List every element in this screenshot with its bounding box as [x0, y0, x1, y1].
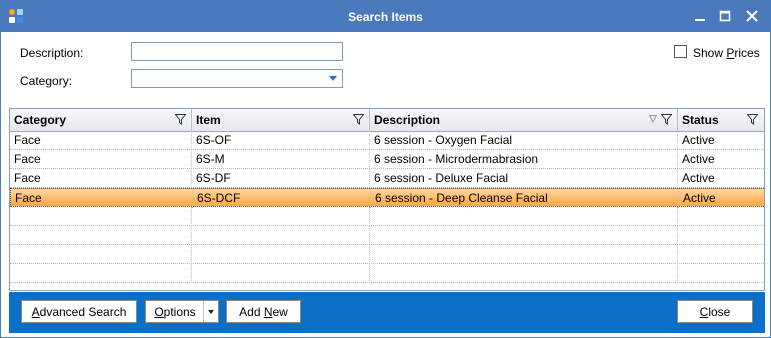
filter-icon[interactable]: [661, 114, 672, 125]
filter-icon[interactable]: [175, 114, 186, 125]
filter-icon[interactable]: [353, 114, 364, 125]
column-header-status[interactable]: Status: [678, 109, 764, 131]
filter-icon[interactable]: [747, 114, 758, 125]
column-header-category[interactable]: Category: [10, 109, 192, 131]
cell-category: Face: [10, 169, 192, 188]
description-label: Description:: [20, 46, 84, 60]
button-bar: Advanced Search Options Add New Close: [9, 292, 765, 333]
grid-header: Category Item Description Status: [10, 109, 764, 132]
empty-row: [10, 207, 764, 226]
chevron-down-icon[interactable]: [324, 70, 342, 87]
cell-description: 6 session - Oxygen Facial: [370, 131, 678, 150]
table-row-selected[interactable]: Face 6S-DCF 6 session - Deep Cleanse Fac…: [10, 188, 764, 208]
description-input[interactable]: [131, 42, 343, 61]
close-button[interactable]: Close: [677, 300, 753, 323]
table-row[interactable]: Face 6S-OF 6 session - Oxygen Facial Act…: [10, 131, 764, 150]
cell-description: 6 session - Deluxe Facial: [370, 169, 678, 188]
cell-category: Face: [10, 131, 192, 150]
table-row[interactable]: Face 6S-M 6 session - Microdermabrasion …: [10, 150, 764, 169]
cell-category: Face: [10, 150, 192, 169]
cell-item: 6S-M: [192, 150, 370, 169]
empty-row: [10, 245, 764, 264]
show-prices-label[interactable]: Show Prices: [693, 46, 760, 60]
cell-item: 6S-OF: [192, 131, 370, 150]
title-bar: Search Items: [1, 1, 770, 32]
cell-category: Face: [11, 189, 193, 208]
minimize-icon[interactable]: [689, 6, 711, 26]
table-row[interactable]: Face 6S-DF 6 session - Deluxe Facial Act…: [10, 169, 764, 188]
cell-status: Active: [683, 191, 716, 205]
cell-item: 6S-DCF: [193, 189, 371, 208]
advanced-search-button[interactable]: Advanced Search: [21, 300, 137, 323]
search-items-window: Search Items Description: Category: Show…: [0, 0, 771, 338]
sort-indicator-icon: [649, 115, 657, 123]
cell-status: Active: [682, 133, 715, 147]
close-icon[interactable]: [741, 6, 763, 26]
items-grid: Category Item Description Status Face 6S…: [9, 108, 765, 291]
options-button[interactable]: Options: [145, 300, 219, 323]
category-combo[interactable]: [131, 69, 343, 88]
cell-status: Active: [682, 152, 715, 166]
cell-description: 6 session - Microdermabrasion: [370, 150, 678, 169]
add-new-button[interactable]: Add New: [226, 300, 301, 323]
dropdown-arrow-icon[interactable]: [203, 301, 218, 322]
column-header-item[interactable]: Item: [192, 109, 370, 131]
show-prices-checkbox[interactable]: [674, 45, 687, 58]
empty-row: [10, 264, 764, 283]
category-label: Category:: [20, 74, 73, 88]
maximize-icon[interactable]: [714, 6, 736, 26]
window-title: Search Items: [348, 10, 423, 24]
cell-status: Active: [682, 171, 715, 185]
cell-item: 6S-DF: [192, 169, 370, 188]
cell-description: 6 session - Deep Cleanse Facial: [371, 189, 679, 208]
empty-row: [10, 226, 764, 245]
column-header-description[interactable]: Description: [370, 109, 678, 131]
